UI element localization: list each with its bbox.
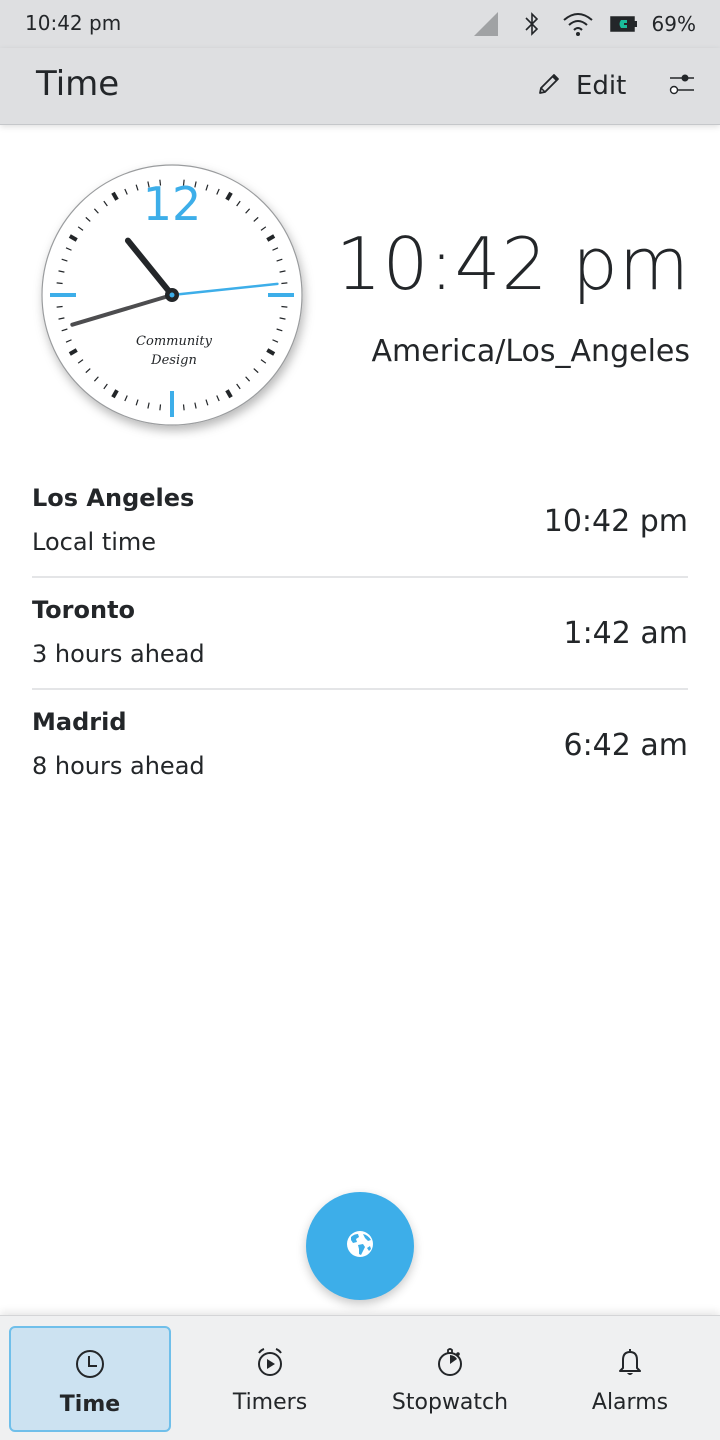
- city-time: 1:42 am: [563, 616, 688, 651]
- city-name: Los Angeles: [32, 484, 195, 512]
- clock-numeral-12: 12: [143, 177, 202, 231]
- add-timezone-button[interactable]: [306, 1192, 414, 1300]
- clock-icon: [72, 1346, 108, 1382]
- nav-tab-stopwatch[interactable]: Stopwatch: [369, 1326, 531, 1432]
- bluetooth-icon: [524, 11, 540, 37]
- pencil-icon: [536, 71, 562, 101]
- signal-icon: [473, 12, 498, 36]
- nav-label: Time: [59, 1392, 121, 1417]
- status-bar: 10:42 pm 69%: [0, 0, 720, 48]
- city-row[interactable]: Los Angeles Local time 10:42 pm: [32, 466, 688, 578]
- clock-minute-tick: [56, 282, 63, 285]
- clock-minute-tick: [281, 282, 288, 285]
- status-time: 10:42 pm: [25, 11, 122, 35]
- settings-button[interactable]: [664, 68, 700, 104]
- clock-minute-tick: [281, 305, 288, 308]
- bell-icon: [612, 1344, 648, 1380]
- edit-button[interactable]: Edit: [536, 66, 626, 106]
- stopwatch-icon: [432, 1344, 468, 1380]
- city-offset: Local time: [32, 528, 157, 556]
- nav-tab-time[interactable]: Time: [9, 1326, 171, 1432]
- app-header: Time Edit: [0, 48, 720, 125]
- analog-clock: 12 Community Design: [30, 150, 320, 440]
- battery-charging-icon: [609, 16, 638, 32]
- clock-brand-line2: Design: [150, 353, 197, 368]
- clock-minute-tick: [159, 404, 162, 411]
- status-icons: 69%: [473, 8, 696, 40]
- globe-icon: [344, 1228, 376, 1264]
- city-row[interactable]: Madrid 8 hours ahead 6:42 am: [32, 690, 688, 802]
- nav-label: Stopwatch: [391, 1390, 509, 1415]
- city-row[interactable]: Toronto 3 hours ahead 1:42 am: [32, 578, 688, 690]
- wifi-icon: [562, 11, 594, 37]
- clock-brand-line1: Community: [136, 334, 213, 349]
- edit-label: Edit: [576, 71, 627, 101]
- nav-label: Timers: [232, 1390, 308, 1415]
- city-offset: 8 hours ahead: [32, 752, 205, 780]
- bottom-navigation: Time Timers Stopwatch Alarms: [0, 1315, 720, 1440]
- city-offset: 3 hours ahead: [32, 640, 205, 668]
- city-name: Toronto: [32, 596, 136, 624]
- city-list: Los Angeles Local time 10:42 pm Toronto …: [32, 466, 688, 802]
- clock-minute-tick: [182, 404, 185, 411]
- clock-center-dot: [169, 292, 175, 298]
- city-name: Madrid: [32, 708, 127, 736]
- city-time: 10:42 pm: [543, 504, 688, 539]
- battery-percent: 69%: [651, 12, 696, 36]
- clock-minute-tick: [56, 305, 63, 308]
- timer-icon: [252, 1344, 288, 1380]
- current-time: 10:42 pm: [335, 222, 690, 306]
- sliders-icon: [668, 72, 696, 100]
- page-title: Time: [36, 64, 120, 104]
- city-time: 6:42 am: [563, 728, 688, 763]
- nav-tab-timers[interactable]: Timers: [189, 1326, 351, 1432]
- nav-tab-alarms[interactable]: Alarms: [549, 1326, 711, 1432]
- nav-label: Alarms: [591, 1390, 669, 1415]
- timezone-name: America/Los_Angeles: [371, 334, 691, 369]
